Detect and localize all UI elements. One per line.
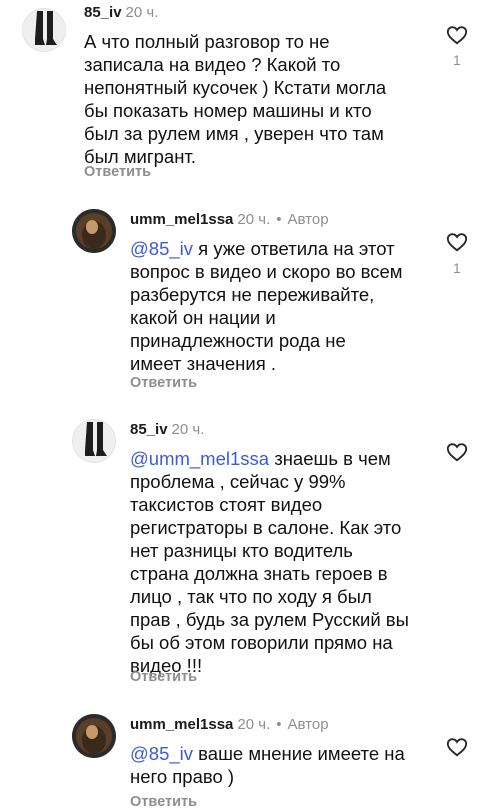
reply-button[interactable]: Ответить bbox=[130, 375, 197, 391]
mention-link[interactable]: @umm_mel1ssa bbox=[130, 448, 269, 469]
comment-item: 85_iv 20 ч. А что полный разговор то не з… bbox=[0, 0, 496, 190]
comment-text-line: вопрос в видео и скоро во всем bbox=[130, 261, 403, 282]
comment-text-line: лицо , так что по ходу я был bbox=[130, 586, 372, 607]
comment-item: umm_mel1ssa 20 ч. • Автор @85_iv ваше мнени… bbox=[0, 710, 496, 810]
comment-time: 20 ч. bbox=[237, 716, 271, 733]
comment-text-line: А что полный разговор то не bbox=[84, 31, 330, 52]
comment-meta: 85_iv 20 ч. bbox=[130, 421, 204, 439]
comment-text: @85_iv ваше мнение имеете на него право … bbox=[130, 742, 440, 788]
like-count: 1 bbox=[453, 260, 461, 276]
comment-text-line: таксистов стоят видео bbox=[130, 494, 323, 515]
comment-text: @umm_mel1ssa знаешь в чем проблема , сей… bbox=[130, 447, 440, 677]
comment-username[interactable]: 85_iv bbox=[130, 421, 168, 438]
comment-text: @85_iv я уже ответила на этот вопрос в в… bbox=[130, 237, 440, 375]
user-avatar[interactable] bbox=[72, 419, 116, 463]
like-count: 1 bbox=[453, 52, 461, 68]
comment-text-rest: я уже ответила на этот bbox=[193, 238, 395, 259]
separator-dot: • bbox=[276, 211, 282, 228]
comment-text-line: принадлежности рода не bbox=[130, 330, 346, 351]
user-avatar[interactable] bbox=[72, 714, 116, 758]
round-photo-avatar bbox=[72, 209, 116, 253]
comment-text-line: записала на видео ? Какой то bbox=[84, 54, 341, 75]
comment-time: 20 ч. bbox=[171, 421, 205, 438]
comment-meta: umm_mel1ssa 20 ч. • Автор bbox=[130, 211, 329, 229]
heart-outline-icon[interactable] bbox=[446, 736, 468, 758]
mention-link[interactable]: @85_iv bbox=[130, 238, 193, 259]
comment-text-line: бы об этом говорили прямо на bbox=[130, 632, 393, 653]
comment-item: 85_iv 20 ч. @umm_mel1ssa знаешь в чем про… bbox=[0, 415, 496, 695]
comment-text-line: проблема , сейчас у 99% bbox=[130, 471, 346, 492]
comment-text-line: имеет значения . bbox=[130, 353, 276, 374]
separator-dot: • bbox=[276, 716, 282, 733]
comment-text-line: бы показать номер машины и кто bbox=[84, 100, 372, 121]
heart-outline-icon[interactable] bbox=[446, 441, 468, 463]
comment-username[interactable]: umm_mel1ssa bbox=[130, 716, 233, 733]
author-badge: Автор bbox=[287, 211, 329, 228]
reply-button[interactable]: Ответить bbox=[130, 794, 197, 810]
boots-photo-avatar bbox=[73, 420, 115, 462]
reply-button[interactable]: Ответить bbox=[84, 164, 151, 180]
comments-thread: 85_iv 20 ч. А что полный разговор то не з… bbox=[0, 0, 496, 810]
comment-text-line: нет разницы кто водитель bbox=[130, 540, 353, 561]
comment-text-rest: ваше мнение имеете на bbox=[193, 743, 405, 764]
comment-text-line: регистраторы в салоне. Как это bbox=[130, 517, 402, 538]
user-avatar[interactable] bbox=[72, 209, 116, 253]
heart-outline-icon[interactable] bbox=[446, 231, 468, 253]
comment-text: А что полный разговор то не записала на … bbox=[84, 30, 414, 168]
comment-text-line: @85_iv ваше мнение имеете на bbox=[130, 742, 440, 765]
comment-username[interactable]: umm_mel1ssa bbox=[130, 211, 233, 228]
comment-text-rest: знаешь в чем bbox=[269, 448, 391, 469]
comment-text-line: страна должна знать героев в bbox=[130, 563, 388, 584]
user-avatar[interactable] bbox=[22, 8, 66, 52]
round-photo-avatar bbox=[72, 714, 116, 758]
comment-text-line: @umm_mel1ssa знаешь в чем bbox=[130, 447, 440, 470]
comment-item: umm_mel1ssa 20 ч. • Автор @85_iv я уже отве… bbox=[0, 205, 496, 400]
comment-text-line: прав , будь за рулем Русский вы bbox=[130, 609, 409, 630]
heart-outline-icon[interactable] bbox=[446, 24, 468, 46]
comment-text-line: него право ) bbox=[130, 766, 235, 787]
comment-username[interactable]: 85_iv bbox=[84, 4, 122, 21]
comment-text-line: непонятный кусочек ) Кстати могла bbox=[84, 77, 387, 98]
comment-time: 20 ч. bbox=[125, 4, 159, 21]
author-badge: Автор bbox=[287, 716, 329, 733]
comment-text-line: был за рулем имя , уверен что там bbox=[84, 123, 384, 144]
comment-text-line: @85_iv я уже ответила на этот bbox=[130, 237, 440, 260]
comment-time: 20 ч. bbox=[237, 211, 271, 228]
mention-link[interactable]: @85_iv bbox=[130, 743, 193, 764]
comment-text-line: разберутся не переживайте, bbox=[130, 284, 375, 305]
comment-meta: umm_mel1ssa 20 ч. • Автор bbox=[130, 716, 329, 734]
comment-meta: 85_iv 20 ч. bbox=[84, 4, 158, 22]
reply-button[interactable]: Ответить bbox=[130, 669, 197, 685]
boots-photo-avatar bbox=[23, 9, 65, 51]
comment-text-line: какой он нации и bbox=[130, 307, 276, 328]
